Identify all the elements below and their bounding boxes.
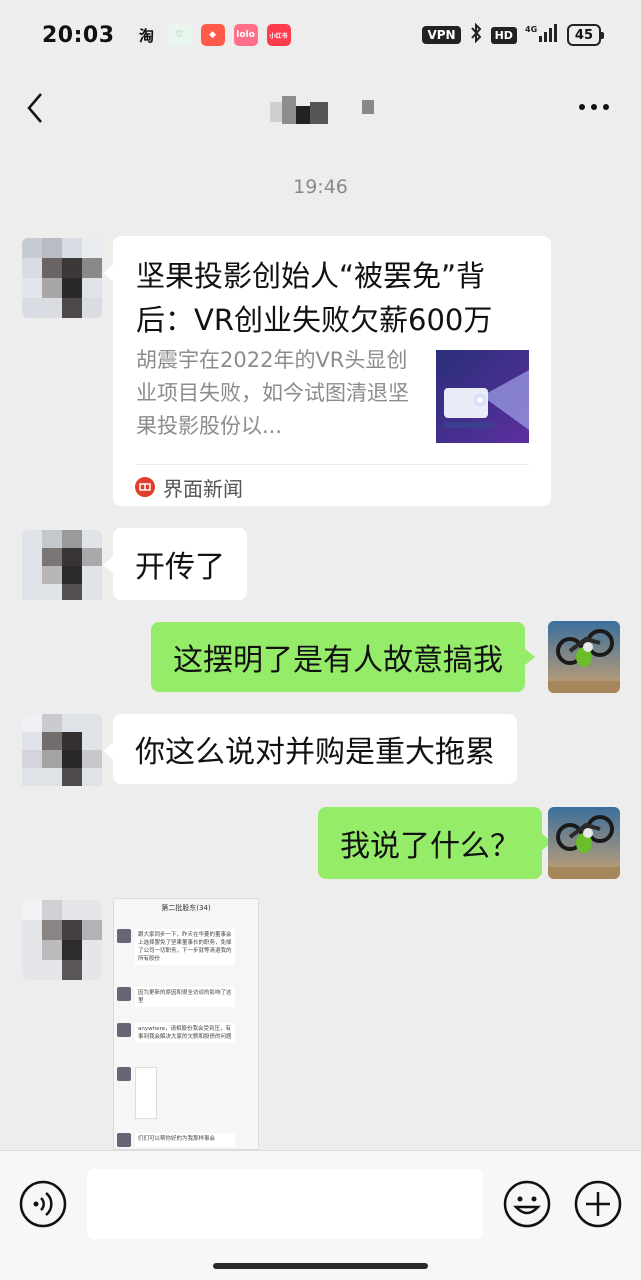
message-bubble-sent[interactable]: 这摆明了是有人故意搞我 <box>151 622 535 692</box>
chat-message-list[interactable]: 19:46 坚果投影创始人“被罢免”背后：VR创业失败欠薪600万 胡震宇在20… <box>0 146 641 1150</box>
message-text: 你这么说对并购是重大拖累 <box>135 735 495 770</box>
bluetooth-icon <box>469 22 483 47</box>
emoji-icon <box>503 1180 551 1228</box>
image-message[interactable]: 第二批股东(34) 跟大家同步一下，昨天在华菱的董事会上选择罢免了坚果董事长的职… <box>113 898 259 1150</box>
dot <box>579 104 585 110</box>
image-chat-row: 跟大家同步一下，昨天在华菱的董事会上选择罢免了坚果董事长的职务，免掉了公司一切职… <box>117 929 235 965</box>
my-avatar[interactable] <box>548 621 620 693</box>
article-thumbnail <box>436 350 529 443</box>
mini-message: 因为更新的原因和很全访谈的影响了这里 <box>135 987 235 1007</box>
emoji-button[interactable] <box>502 1179 552 1229</box>
plus-icon <box>574 1180 622 1228</box>
image-chat-row: 因为更新的原因和很全访谈的影响了这里 <box>117 987 235 1007</box>
notification-icons: 淘 ♡ ◆ lolo 小红书 <box>135 24 291 46</box>
mini-avatar <box>117 929 131 943</box>
jiemian-news-icon <box>135 477 155 497</box>
health-app-icon: ♡ <box>167 24 192 46</box>
message-bubble-received[interactable]: 你这么说对并购是重大拖累 <box>103 714 517 784</box>
article-source-name: 界面新闻 <box>163 476 243 501</box>
mini-avatar <box>117 987 131 1001</box>
image-chat-row: anywhere，请相股份我会受到压，有事到我会解决大家的欠薪和股债的问题 <box>117 1023 235 1043</box>
battery-indicator: 45 <box>566 24 605 46</box>
mini-message: 们们可以帮你好的为我那样事会 <box>135 1133 235 1147</box>
image-chat-row <box>117 1067 157 1119</box>
status-time: 20:03 <box>42 22 115 48</box>
signal-icon: 4G <box>525 23 559 47</box>
voice-icon <box>19 1180 67 1228</box>
back-button[interactable] <box>22 88 52 128</box>
mini-message: anywhere，请相股份我会受到压，有事到我会解决大家的欠薪和股债的问题 <box>135 1023 235 1043</box>
my-avatar[interactable] <box>548 807 620 879</box>
mini-message: 跟大家同步一下，昨天在华菱的董事会上选择罢免了坚果董事长的职务，免掉了公司一切职… <box>135 929 235 965</box>
contact-avatar[interactable] <box>22 530 102 610</box>
chat-title-redacted <box>268 92 378 128</box>
mini-image <box>135 1067 157 1119</box>
home-indicator[interactable] <box>213 1263 428 1269</box>
chevron-left-icon <box>27 93 42 123</box>
message-text: 开传了 <box>135 550 225 585</box>
voice-input-button[interactable] <box>18 1179 68 1229</box>
article-source: 界面新闻 <box>135 472 243 502</box>
message-text-input[interactable] <box>87 1169 483 1239</box>
message-timestamp: 19:46 <box>293 176 348 198</box>
app-icon: ◆ <box>200 24 225 46</box>
article-title: 坚果投影创始人“被罢免”背后：VR创业失败欠薪600万 <box>136 259 493 337</box>
hd-badge: HD <box>490 26 517 44</box>
message-bubble-sent[interactable]: 我说了什么？ <box>318 807 552 879</box>
lolo-app-icon: lolo <box>233 24 258 46</box>
article-description: 胡震宇在2022年的VR头显创业项目失败，如今试图清退坚果投影股份以... <box>136 348 409 438</box>
card-divider <box>136 464 529 465</box>
message-input-bar <box>0 1150 641 1280</box>
image-chat-row: 们们可以帮你好的为我那样事会 <box>117 1133 235 1147</box>
taobao-icon: 淘 <box>139 26 155 45</box>
xiaohongshu-icon: 小红书 <box>266 24 291 46</box>
message-text: 我说了什么？ <box>340 829 520 864</box>
svg-text:4G: 4G <box>525 25 537 34</box>
image-chat-title: 第二批股东(34) <box>161 904 211 912</box>
status-bar: 20:03 淘 ♡ ◆ lolo 小红书 VPN HD 4G 45 <box>0 0 641 70</box>
mini-avatar <box>117 1133 131 1147</box>
mini-avatar <box>117 1023 131 1037</box>
more-options-button[interactable] <box>579 104 609 110</box>
chat-header <box>0 70 641 146</box>
dot <box>591 104 597 110</box>
more-functions-button[interactable] <box>573 1179 623 1229</box>
mini-avatar <box>117 1067 131 1081</box>
contact-avatar[interactable] <box>22 714 102 794</box>
contact-avatar[interactable] <box>22 900 102 980</box>
vpn-badge: VPN <box>422 26 461 44</box>
message-bubble-received[interactable]: 开传了 <box>103 528 247 600</box>
message-text: 这摆明了是有人故意搞我 <box>173 643 503 678</box>
shared-article-card[interactable]: 坚果投影创始人“被罢免”背后：VR创业失败欠薪600万 胡震宇在2022年的VR… <box>103 236 551 506</box>
contact-avatar[interactable] <box>22 238 102 318</box>
dot <box>603 104 609 110</box>
